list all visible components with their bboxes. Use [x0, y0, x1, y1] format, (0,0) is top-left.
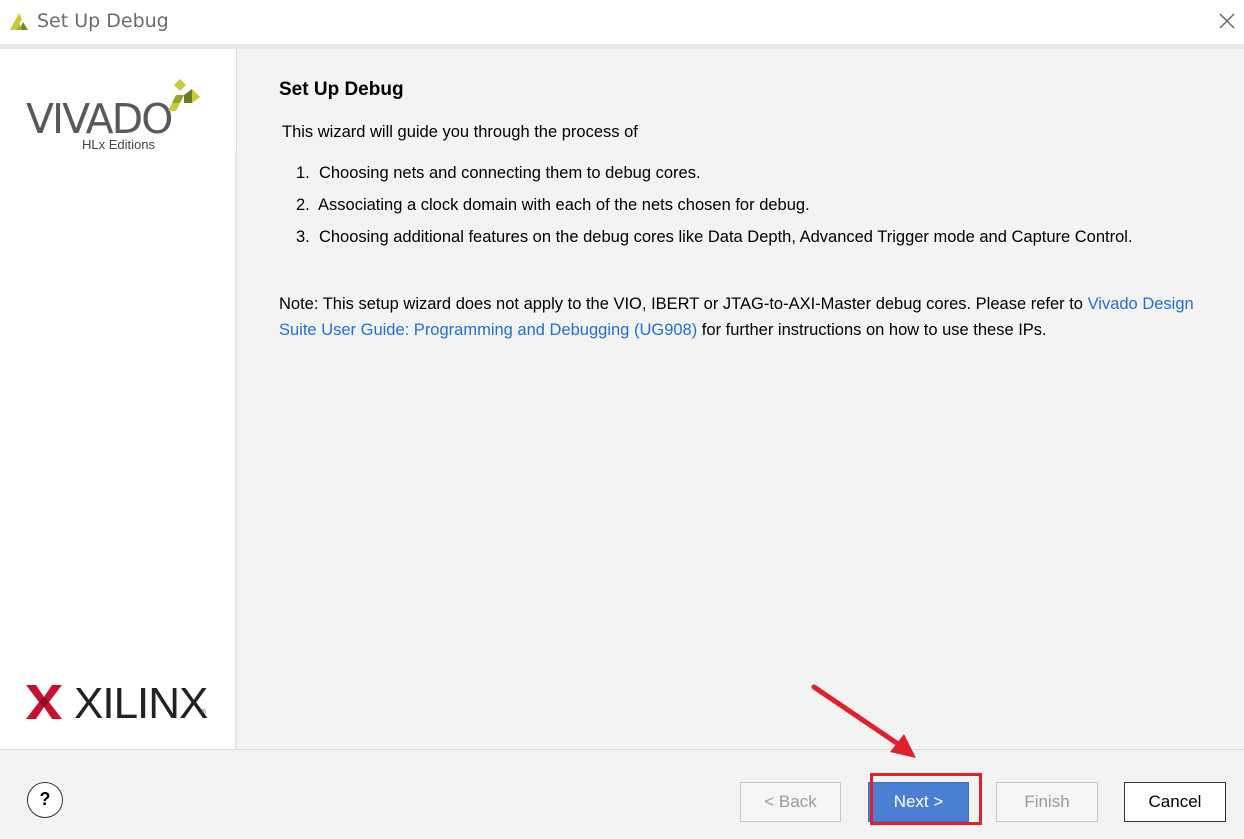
vivado-app-icon — [10, 13, 28, 30]
window-title: Set Up Debug — [37, 10, 169, 32]
list-item-number: 3. — [296, 228, 310, 246]
vivado-subtitle: HLx Editions — [82, 137, 155, 152]
list-item-number: 1. — [296, 164, 310, 182]
wizard-content: Set Up Debug This wizard will guide you … — [237, 49, 1244, 749]
back-button[interactable]: < Back — [740, 782, 841, 822]
registered-mark: ® — [200, 708, 206, 717]
list-item: 1. Choosing nets and connecting them to … — [296, 160, 701, 186]
note-text: Note: This setup wizard does not apply t… — [279, 291, 1219, 343]
next-button[interactable]: Next > — [868, 782, 969, 822]
vivado-brand-text: VIVADO — [26, 95, 173, 143]
list-item-text: Associating a clock domain with each of … — [318, 196, 810, 214]
list-item: 2. Associating a clock domain with each … — [296, 192, 810, 218]
list-item: 3. Choosing additional features on the d… — [285, 224, 1185, 250]
xilinx-brand-text: XILINX — [74, 679, 208, 728]
xilinx-logo: XILINX ® — [26, 679, 226, 728]
list-item-text: Choosing nets and connecting them to deb… — [318, 164, 701, 182]
cancel-button[interactable]: Cancel — [1124, 782, 1226, 822]
title-bar: Set Up Debug — [0, 0, 1244, 45]
intro-text: This wizard will guide you through the p… — [282, 123, 638, 141]
help-button[interactable]: ? — [27, 782, 63, 818]
vivado-mark-icon — [168, 79, 200, 111]
finish-button[interactable]: Finish — [996, 782, 1098, 822]
wizard-sidebar: VIVADO HLx Editions XILINX ® — [0, 49, 237, 749]
xilinx-mark-icon — [26, 685, 62, 719]
note-suffix: for further instructions on how to use t… — [697, 321, 1047, 339]
vivado-logo: VIVADO HLx Editions — [24, 77, 214, 157]
button-bar: ? < Back Next > Finish Cancel — [0, 749, 1244, 839]
list-item-text: Choosing additional features on the debu… — [318, 228, 1133, 246]
list-item-number: 2. — [296, 196, 310, 214]
close-icon[interactable] — [1214, 8, 1240, 34]
note-prefix: Note: This setup wizard does not apply t… — [279, 295, 1088, 313]
page-title: Set Up Debug — [279, 79, 404, 100]
